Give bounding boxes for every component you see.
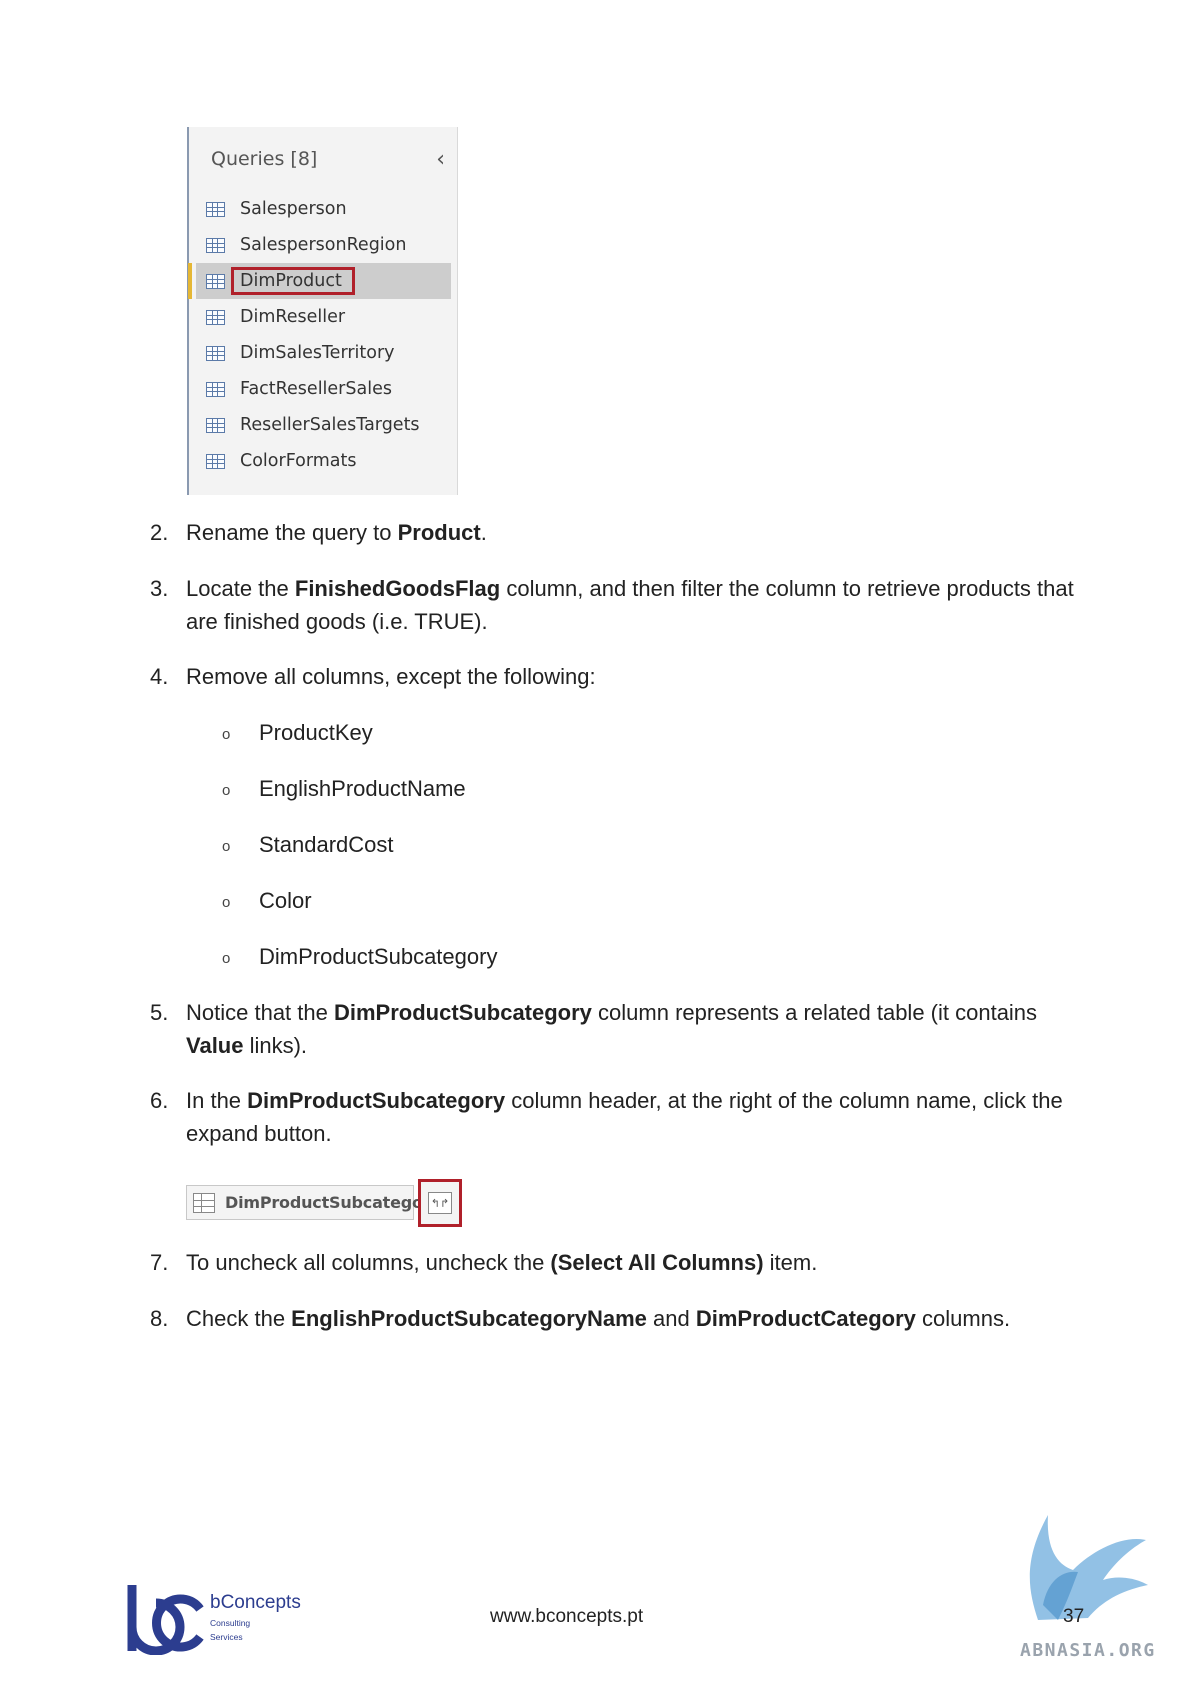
query-item-salespersonregion[interactable]: SalespersonRegion <box>189 227 457 263</box>
bullet-mark: o <box>222 894 231 911</box>
step-text: . <box>480 520 487 545</box>
table-icon <box>206 417 225 433</box>
bullet-text: ProductKey <box>259 720 373 745</box>
table-icon <box>193 1192 215 1213</box>
step-number: 7. <box>150 1250 169 1275</box>
step-text: links). <box>243 1033 308 1058</box>
step-text: columns. <box>915 1306 1011 1331</box>
column-header: DimProductSubcategory <box>186 1185 441 1220</box>
step-6: 6. In the DimProductSubcategory column h… <box>150 1084 1080 1150</box>
step-text: column represents a related table (it co… <box>591 1000 1038 1025</box>
query-label: DimProduct <box>231 267 355 295</box>
query-label: ColorFormats <box>240 451 357 471</box>
expand-icon: ↰↱ <box>428 1192 452 1214</box>
table-icon <box>206 201 225 217</box>
collapse-chevron-icon[interactable]: ‹ <box>436 147 445 172</box>
step-7: 7. To uncheck all columns, uncheck the (… <box>150 1246 1080 1279</box>
step-number: 8. <box>150 1306 169 1331</box>
page-number: 37 <box>1063 1606 1085 1627</box>
step-text: In the <box>186 1088 248 1113</box>
bullet-text: StandardCost <box>259 832 394 857</box>
expand-button[interactable]: ↰↱ <box>418 1179 462 1227</box>
query-label: SalespersonRegion <box>240 235 407 255</box>
bullet-item: o EnglishProductName <box>222 772 466 805</box>
step-number: 2. <box>150 520 169 545</box>
step-text: Notice that the <box>186 1000 334 1025</box>
query-item-salesperson[interactable]: Salesperson <box>189 191 457 227</box>
bullet-item: o DimProductSubcategory <box>222 940 497 973</box>
logo-sub: Services <box>210 1632 243 1642</box>
query-item-dimproduct[interactable]: DimProduct <box>188 263 451 299</box>
query-list: Salesperson SalespersonRegion DimProduct… <box>188 191 457 479</box>
bullet-mark: o <box>222 726 231 743</box>
step-bold: EnglishProductSubcategoryName <box>291 1306 647 1331</box>
bullet-text: Color <box>259 888 312 913</box>
step-text: To uncheck all columns, uncheck the <box>186 1250 551 1275</box>
bullet-mark: o <box>222 782 231 799</box>
step-bold: DimProductSubcategory <box>333 1000 592 1025</box>
step-bold: DimProductSubcategory <box>247 1088 506 1113</box>
step-number: 5. <box>150 1000 169 1025</box>
query-label: DimSalesTerritory <box>240 343 395 363</box>
step-5: 5. Notice that the DimProductSubcategory… <box>150 996 1080 1062</box>
watermark-text: ABNASIA.ORG <box>1020 1640 1156 1661</box>
query-item-dimreseller[interactable]: DimReseller <box>189 299 457 335</box>
logo-text: bConcepts Consulting Services <box>210 1592 301 1642</box>
queries-panel: Queries [8] ‹ Salesperson SalespersonReg… <box>187 127 458 495</box>
query-label: DimReseller <box>240 307 346 327</box>
table-icon <box>206 237 225 253</box>
step-text: and <box>646 1306 696 1331</box>
bullet-mark: o <box>222 950 231 967</box>
bullet-item: o StandardCost <box>222 828 394 861</box>
bullet-item: o Color <box>222 884 312 917</box>
query-label: Salesperson <box>240 199 347 219</box>
bullet-text: DimProductSubcategory <box>259 944 498 969</box>
table-icon <box>206 381 225 397</box>
query-item-dimsalesterritory[interactable]: DimSalesTerritory <box>189 335 457 371</box>
query-item-colorformats[interactable]: ColorFormats <box>189 443 457 479</box>
step-text: Locate the <box>186 576 295 601</box>
step-bold: DimProductCategory <box>695 1306 916 1331</box>
queries-header: Queries [8] ‹ <box>211 145 451 173</box>
step-3: 3. Locate the FinishedGoodsFlag column, … <box>150 572 1080 638</box>
table-icon <box>206 309 225 325</box>
logo-sub: Consulting <box>210 1618 251 1628</box>
column-name: DimProductSubcategory <box>225 1193 441 1212</box>
step-2: 2. Rename the query to Product. <box>150 516 1080 549</box>
step-number: 3. <box>150 576 169 601</box>
step-number: 6. <box>150 1088 169 1113</box>
logo-name: bConcepts <box>210 1592 301 1613</box>
table-icon <box>206 453 225 469</box>
bird-watermark-icon <box>1029 1515 1148 1620</box>
bullet-item: o ProductKey <box>222 716 373 749</box>
table-icon <box>206 273 225 289</box>
step-4: 4. Remove all columns, except the follow… <box>150 660 1080 693</box>
step-text: item. <box>763 1250 818 1275</box>
query-item-factresellersales[interactable]: FactResellerSales <box>189 371 457 407</box>
bullet-text: EnglishProductName <box>259 776 466 801</box>
table-icon <box>206 345 225 361</box>
query-label: ResellerSalesTargets <box>240 415 420 435</box>
step-text: Rename the query to <box>186 520 398 545</box>
step-number: 4. <box>150 664 169 689</box>
query-item-resellersalestargets[interactable]: ResellerSalesTargets <box>189 407 457 443</box>
footer-url[interactable]: www.bconcepts.pt <box>490 1606 643 1628</box>
bullet-mark: o <box>222 838 231 855</box>
query-label: FactResellerSales <box>240 379 392 399</box>
step-bold: (Select All Columns) <box>550 1250 764 1275</box>
step-bold: Value <box>186 1033 244 1058</box>
queries-title: Queries [8] <box>211 148 318 170</box>
step-text: Check the <box>186 1306 292 1331</box>
step-text: Remove all columns, except the following… <box>186 664 596 689</box>
step-bold: FinishedGoodsFlag <box>294 576 501 601</box>
step-bold: Product <box>397 520 481 545</box>
step-8: 8. Check the EnglishProductSubcategoryNa… <box>150 1302 1080 1335</box>
